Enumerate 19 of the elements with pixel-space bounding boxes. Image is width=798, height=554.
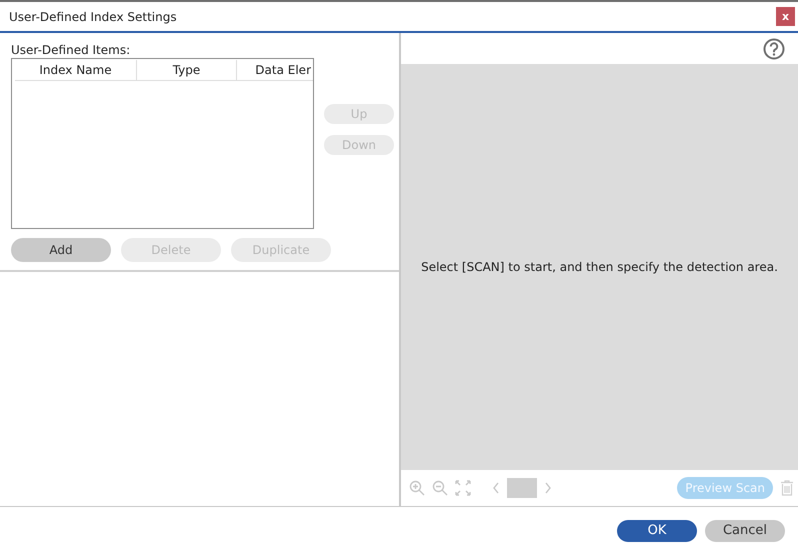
items-list[interactable]: Index Name Type Data Eler <box>11 58 314 229</box>
close-button[interactable]: x <box>776 7 795 26</box>
action-button[interactable]: Add <box>11 238 111 262</box>
previous-icon[interactable] <box>492 481 500 495</box>
ok-button[interactable]: OK <box>617 520 697 542</box>
preview-message: Select [SCAN] to start, and then specify the detection area. <box>421 260 778 274</box>
zoom-out-icon[interactable] <box>432 480 448 496</box>
column-header[interactable]: Index Name <box>15 60 137 80</box>
trash-icon[interactable] <box>780 480 794 496</box>
items-label: User-Defined Items: <box>11 43 132 58</box>
window-title: User-Defined Index Settings <box>9 10 178 24</box>
column-header[interactable]: Type <box>137 60 237 80</box>
fit-icon[interactable] <box>455 480 471 496</box>
help-icon[interactable] <box>763 38 785 60</box>
zoom-in-icon[interactable] <box>409 480 425 496</box>
page-field[interactable] <box>507 478 537 498</box>
column-header[interactable]: Data Eler <box>237 60 311 80</box>
cancel-button[interactable]: Cancel <box>705 520 785 542</box>
next-icon[interactable] <box>544 481 552 495</box>
